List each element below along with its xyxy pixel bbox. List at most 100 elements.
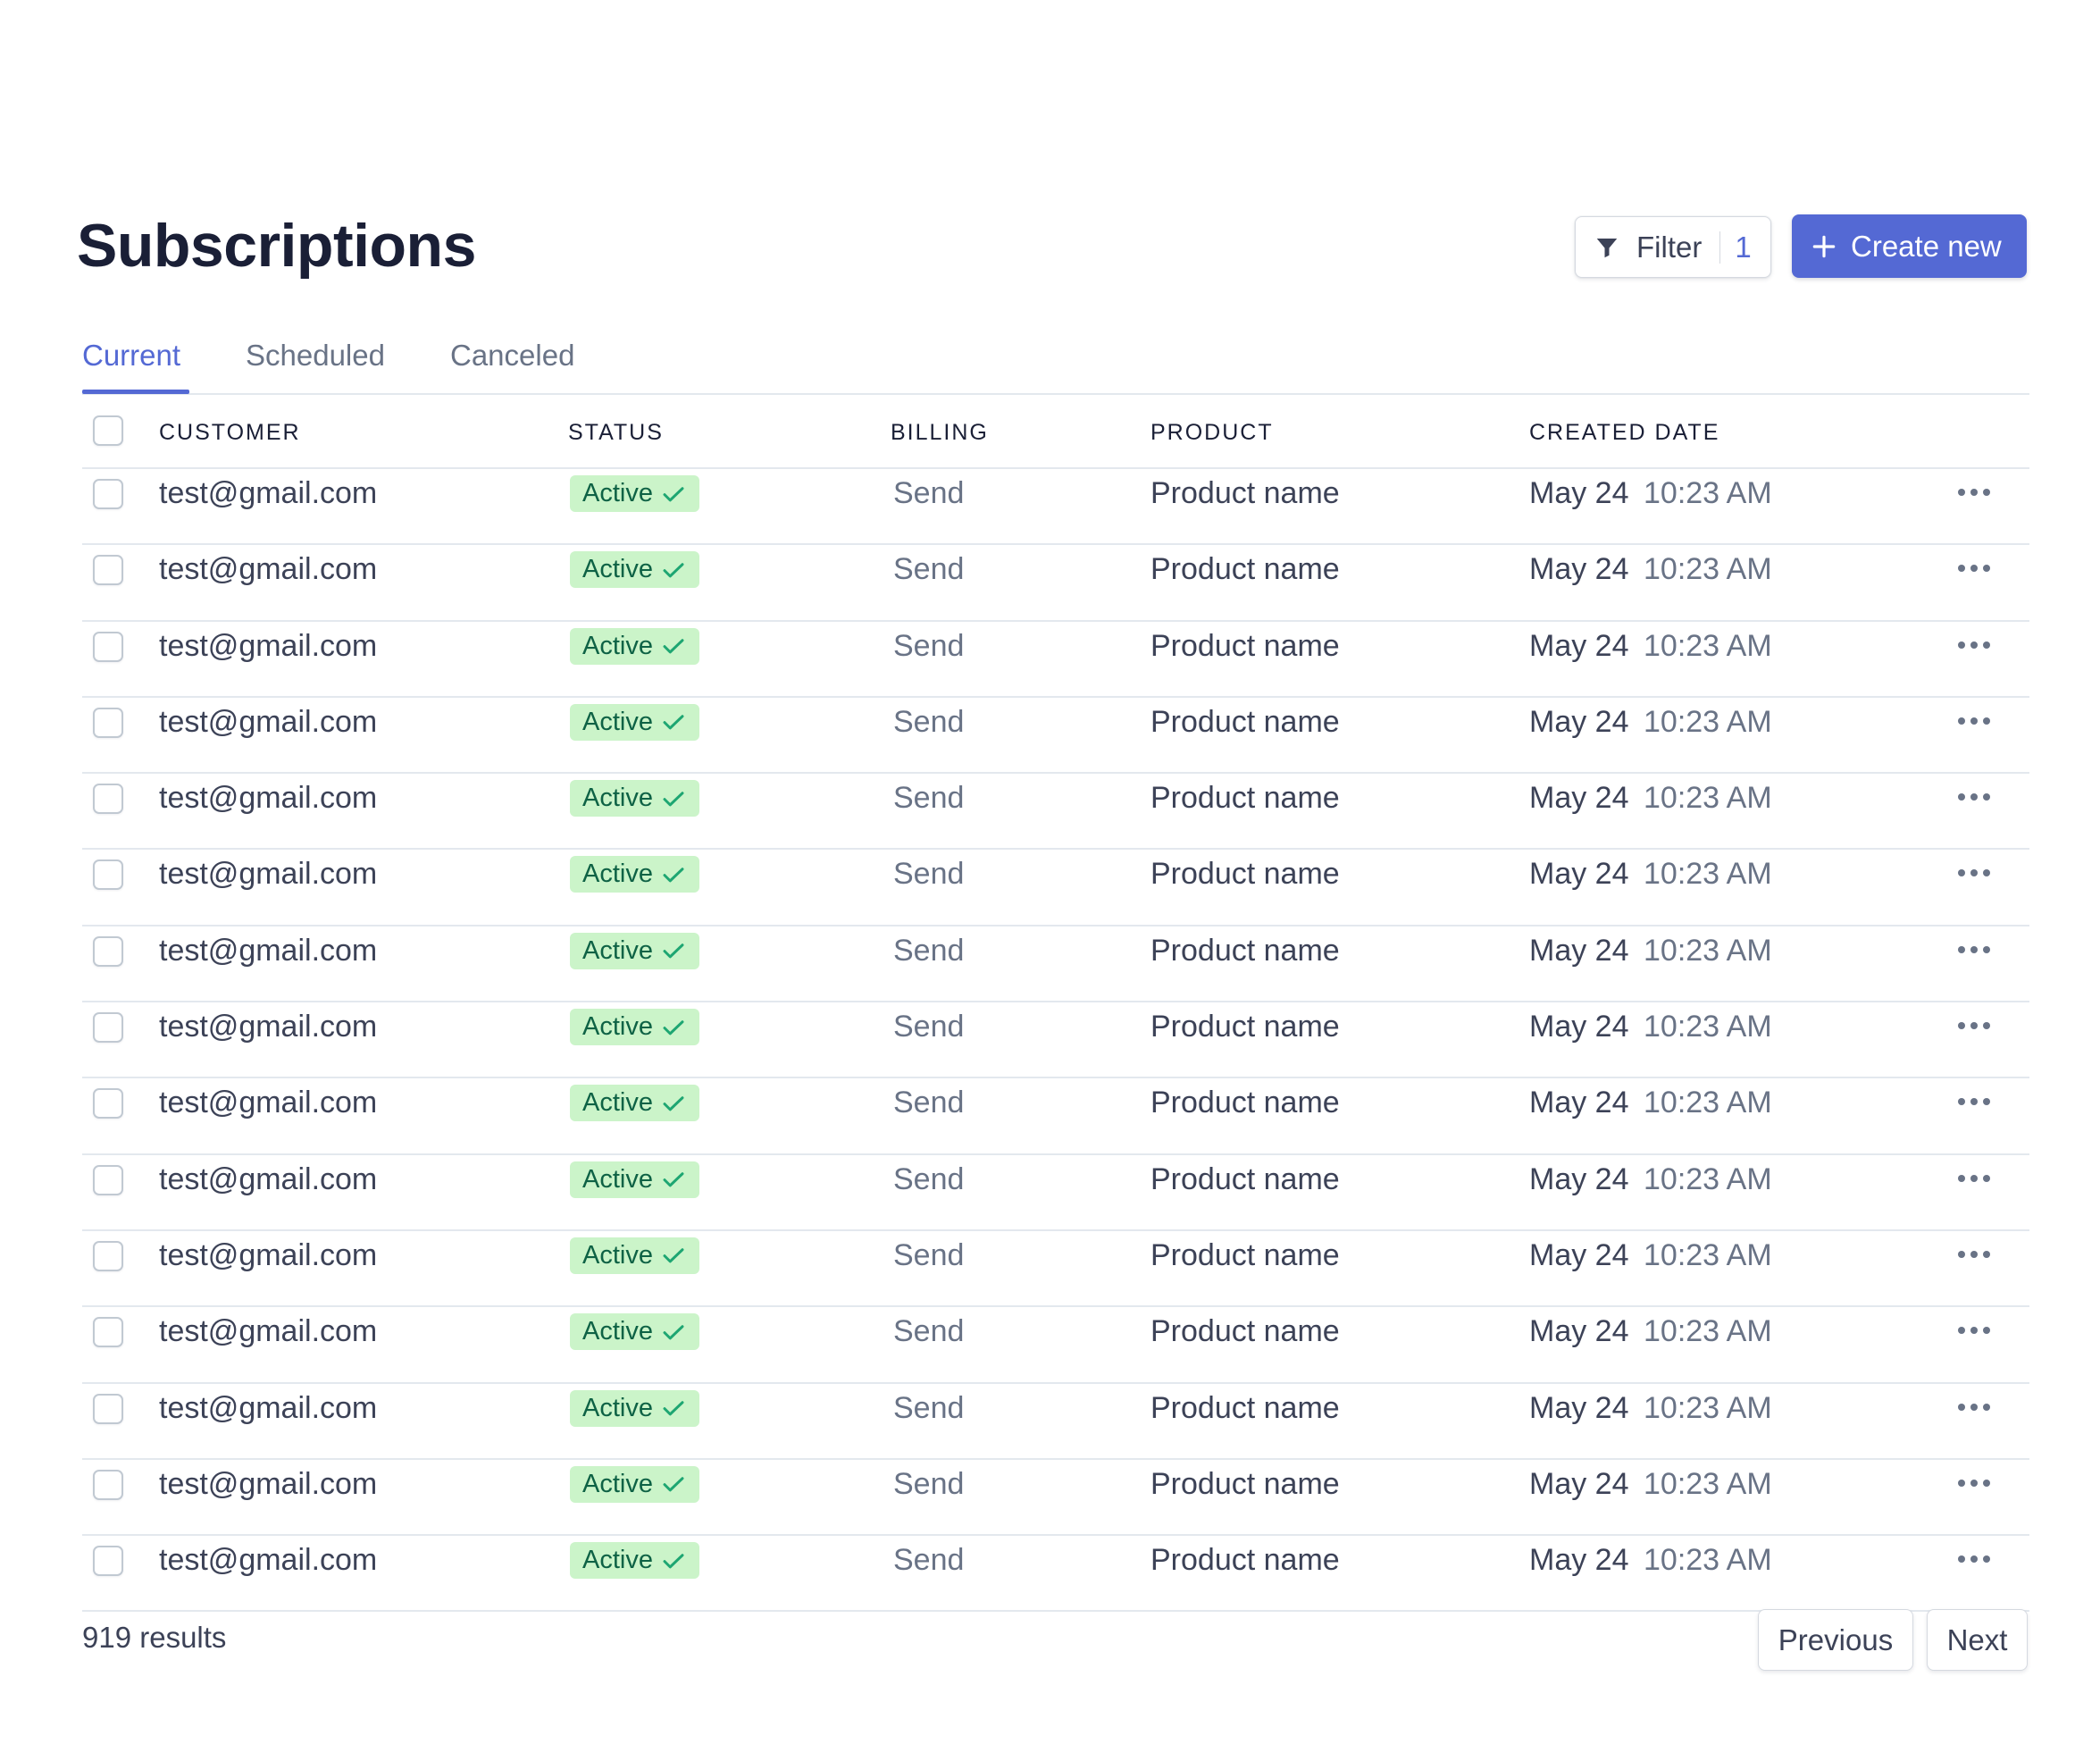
tab-current[interactable]: Current (82, 338, 180, 373)
customer-email[interactable]: test@gmail.com (159, 1161, 377, 1197)
check-icon (663, 639, 684, 654)
more-horizontal-icon[interactable] (1958, 1327, 1990, 1335)
customer-email[interactable]: test@gmail.com (159, 780, 377, 816)
status-badge: Active (570, 1465, 699, 1503)
row-checkbox[interactable] (93, 1546, 123, 1577)
table-header: CUSTOMER STATUS BILLING PRODUCT CREATED … (82, 398, 2029, 469)
column-header-customer[interactable]: CUSTOMER (159, 420, 301, 446)
row-checkbox[interactable] (93, 1393, 123, 1424)
created-time: 10:23 AM (1644, 1314, 1772, 1349)
table-row[interactable]: test@gmail.com Active Send Product name May … (82, 1155, 2029, 1231)
row-checkbox[interactable] (93, 1317, 123, 1348)
created-time: 10:23 AM (1644, 704, 1772, 739)
more-horizontal-icon[interactable] (1958, 489, 1990, 496)
column-header-product[interactable]: PRODUCT (1150, 420, 1274, 446)
next-button[interactable]: Next (1927, 1609, 2028, 1671)
table-row[interactable]: test@gmail.com Active Send Product name May … (82, 1231, 2029, 1308)
status-badge: Active (570, 1085, 699, 1122)
table-row[interactable]: test@gmail.com Active Send Product name May … (82, 1307, 2029, 1384)
previous-button[interactable]: Previous (1758, 1609, 1913, 1671)
table-row[interactable]: test@gmail.com Active Send Product name May … (82, 1002, 2029, 1079)
status-badge: Active (570, 1313, 699, 1351)
customer-email[interactable]: test@gmail.com (159, 1085, 377, 1120)
check-icon (663, 868, 684, 883)
customer-email[interactable]: test@gmail.com (159, 933, 377, 968)
more-horizontal-icon[interactable] (1958, 641, 1990, 649)
customer-email[interactable]: test@gmail.com (159, 704, 377, 740)
filter-separator (1719, 231, 1721, 264)
customer-email[interactable]: test@gmail.com (159, 1466, 377, 1502)
table-row[interactable]: test@gmail.com Active Send Product name May … (82, 622, 2029, 698)
more-horizontal-icon[interactable] (1958, 793, 1990, 801)
row-checkbox[interactable] (93, 631, 123, 662)
tab-bar: Current Scheduled Canceled (82, 332, 2029, 395)
more-horizontal-icon[interactable] (1958, 869, 1990, 877)
customer-email[interactable]: test@gmail.com (159, 1390, 377, 1426)
row-checkbox[interactable] (93, 1164, 123, 1195)
customer-email[interactable]: test@gmail.com (159, 1237, 377, 1273)
more-horizontal-icon[interactable] (1958, 1098, 1990, 1106)
table-row[interactable]: test@gmail.com Active Send Product name May … (82, 1384, 2029, 1460)
column-header-billing[interactable]: BILLING (891, 420, 989, 446)
product-name: Product name (1150, 781, 1340, 816)
row-checkbox[interactable] (93, 555, 123, 586)
tab-scheduled[interactable]: Scheduled (246, 338, 385, 373)
row-checkbox[interactable] (93, 784, 123, 815)
select-all-checkbox[interactable] (93, 415, 123, 446)
customer-email[interactable]: test@gmail.com (159, 475, 377, 511)
table-row[interactable]: test@gmail.com Active Send Product name May … (82, 774, 2029, 851)
table-row[interactable]: test@gmail.com Active Send Product name May … (82, 1536, 2029, 1613)
check-icon (663, 1172, 684, 1187)
row-checkbox[interactable] (93, 1012, 123, 1044)
created-date: May 24 (1529, 781, 1629, 816)
status-label: Active (582, 1469, 653, 1498)
more-horizontal-icon[interactable] (1958, 1022, 1990, 1030)
created-date: May 24 (1529, 1086, 1629, 1120)
status-label: Active (582, 784, 653, 813)
row-checkbox[interactable] (93, 935, 123, 967)
customer-email[interactable]: test@gmail.com (159, 628, 377, 664)
created-date: May 24 (1529, 1390, 1629, 1425)
more-horizontal-icon[interactable] (1958, 1250, 1990, 1258)
more-horizontal-icon[interactable] (1958, 1403, 1990, 1411)
status-badge: Active (570, 1161, 699, 1198)
row-checkbox[interactable] (93, 1240, 123, 1271)
status-badge: Active (570, 627, 699, 665)
more-horizontal-icon[interactable] (1958, 945, 1990, 953)
more-horizontal-icon[interactable] (1958, 717, 1990, 725)
customer-email[interactable]: test@gmail.com (159, 1542, 377, 1578)
table-row[interactable]: test@gmail.com Active Send Product name May … (82, 1460, 2029, 1537)
status-label: Active (582, 935, 653, 965)
column-header-status[interactable]: STATUS (568, 420, 664, 446)
page-title: Subscriptions (77, 212, 476, 280)
row-checkbox[interactable] (93, 479, 123, 509)
more-horizontal-icon[interactable] (1958, 1479, 1990, 1487)
check-icon (663, 791, 684, 807)
row-checkbox[interactable] (93, 1088, 123, 1119)
customer-email[interactable]: test@gmail.com (159, 856, 377, 892)
status-badge: Active (570, 780, 699, 818)
table-row[interactable]: test@gmail.com Active Send Product name May … (82, 926, 2029, 1003)
table-row[interactable]: test@gmail.com Active Send Product name May … (82, 698, 2029, 775)
tab-canceled[interactable]: Canceled (450, 338, 574, 373)
created-date: May 24 (1529, 1010, 1629, 1044)
filter-button[interactable]: Filter 1 (1575, 216, 1771, 278)
create-new-button[interactable]: Create new (1792, 214, 2027, 278)
more-horizontal-icon[interactable] (1958, 565, 1990, 573)
row-checkbox[interactable] (93, 707, 123, 738)
filter-count: 1 (1735, 230, 1752, 264)
customer-email[interactable]: test@gmail.com (159, 1009, 377, 1044)
table-row[interactable]: test@gmail.com Active Send Product name May … (82, 469, 2029, 546)
more-horizontal-icon[interactable] (1958, 1174, 1990, 1182)
customer-email[interactable]: test@gmail.com (159, 551, 377, 587)
table-row[interactable]: test@gmail.com Active Send Product name May … (82, 1078, 2029, 1155)
row-checkbox[interactable] (93, 1469, 123, 1500)
table-row[interactable]: test@gmail.com Active Send Product name May … (82, 545, 2029, 622)
column-header-created-date[interactable]: CREATED DATE (1529, 420, 1719, 446)
product-name: Product name (1150, 1543, 1340, 1578)
table-row[interactable]: test@gmail.com Active Send Product name May … (82, 850, 2029, 926)
more-horizontal-icon[interactable] (1958, 1555, 1990, 1564)
row-checkbox[interactable] (93, 859, 123, 891)
created-date: May 24 (1529, 704, 1629, 739)
customer-email[interactable]: test@gmail.com (159, 1313, 377, 1349)
